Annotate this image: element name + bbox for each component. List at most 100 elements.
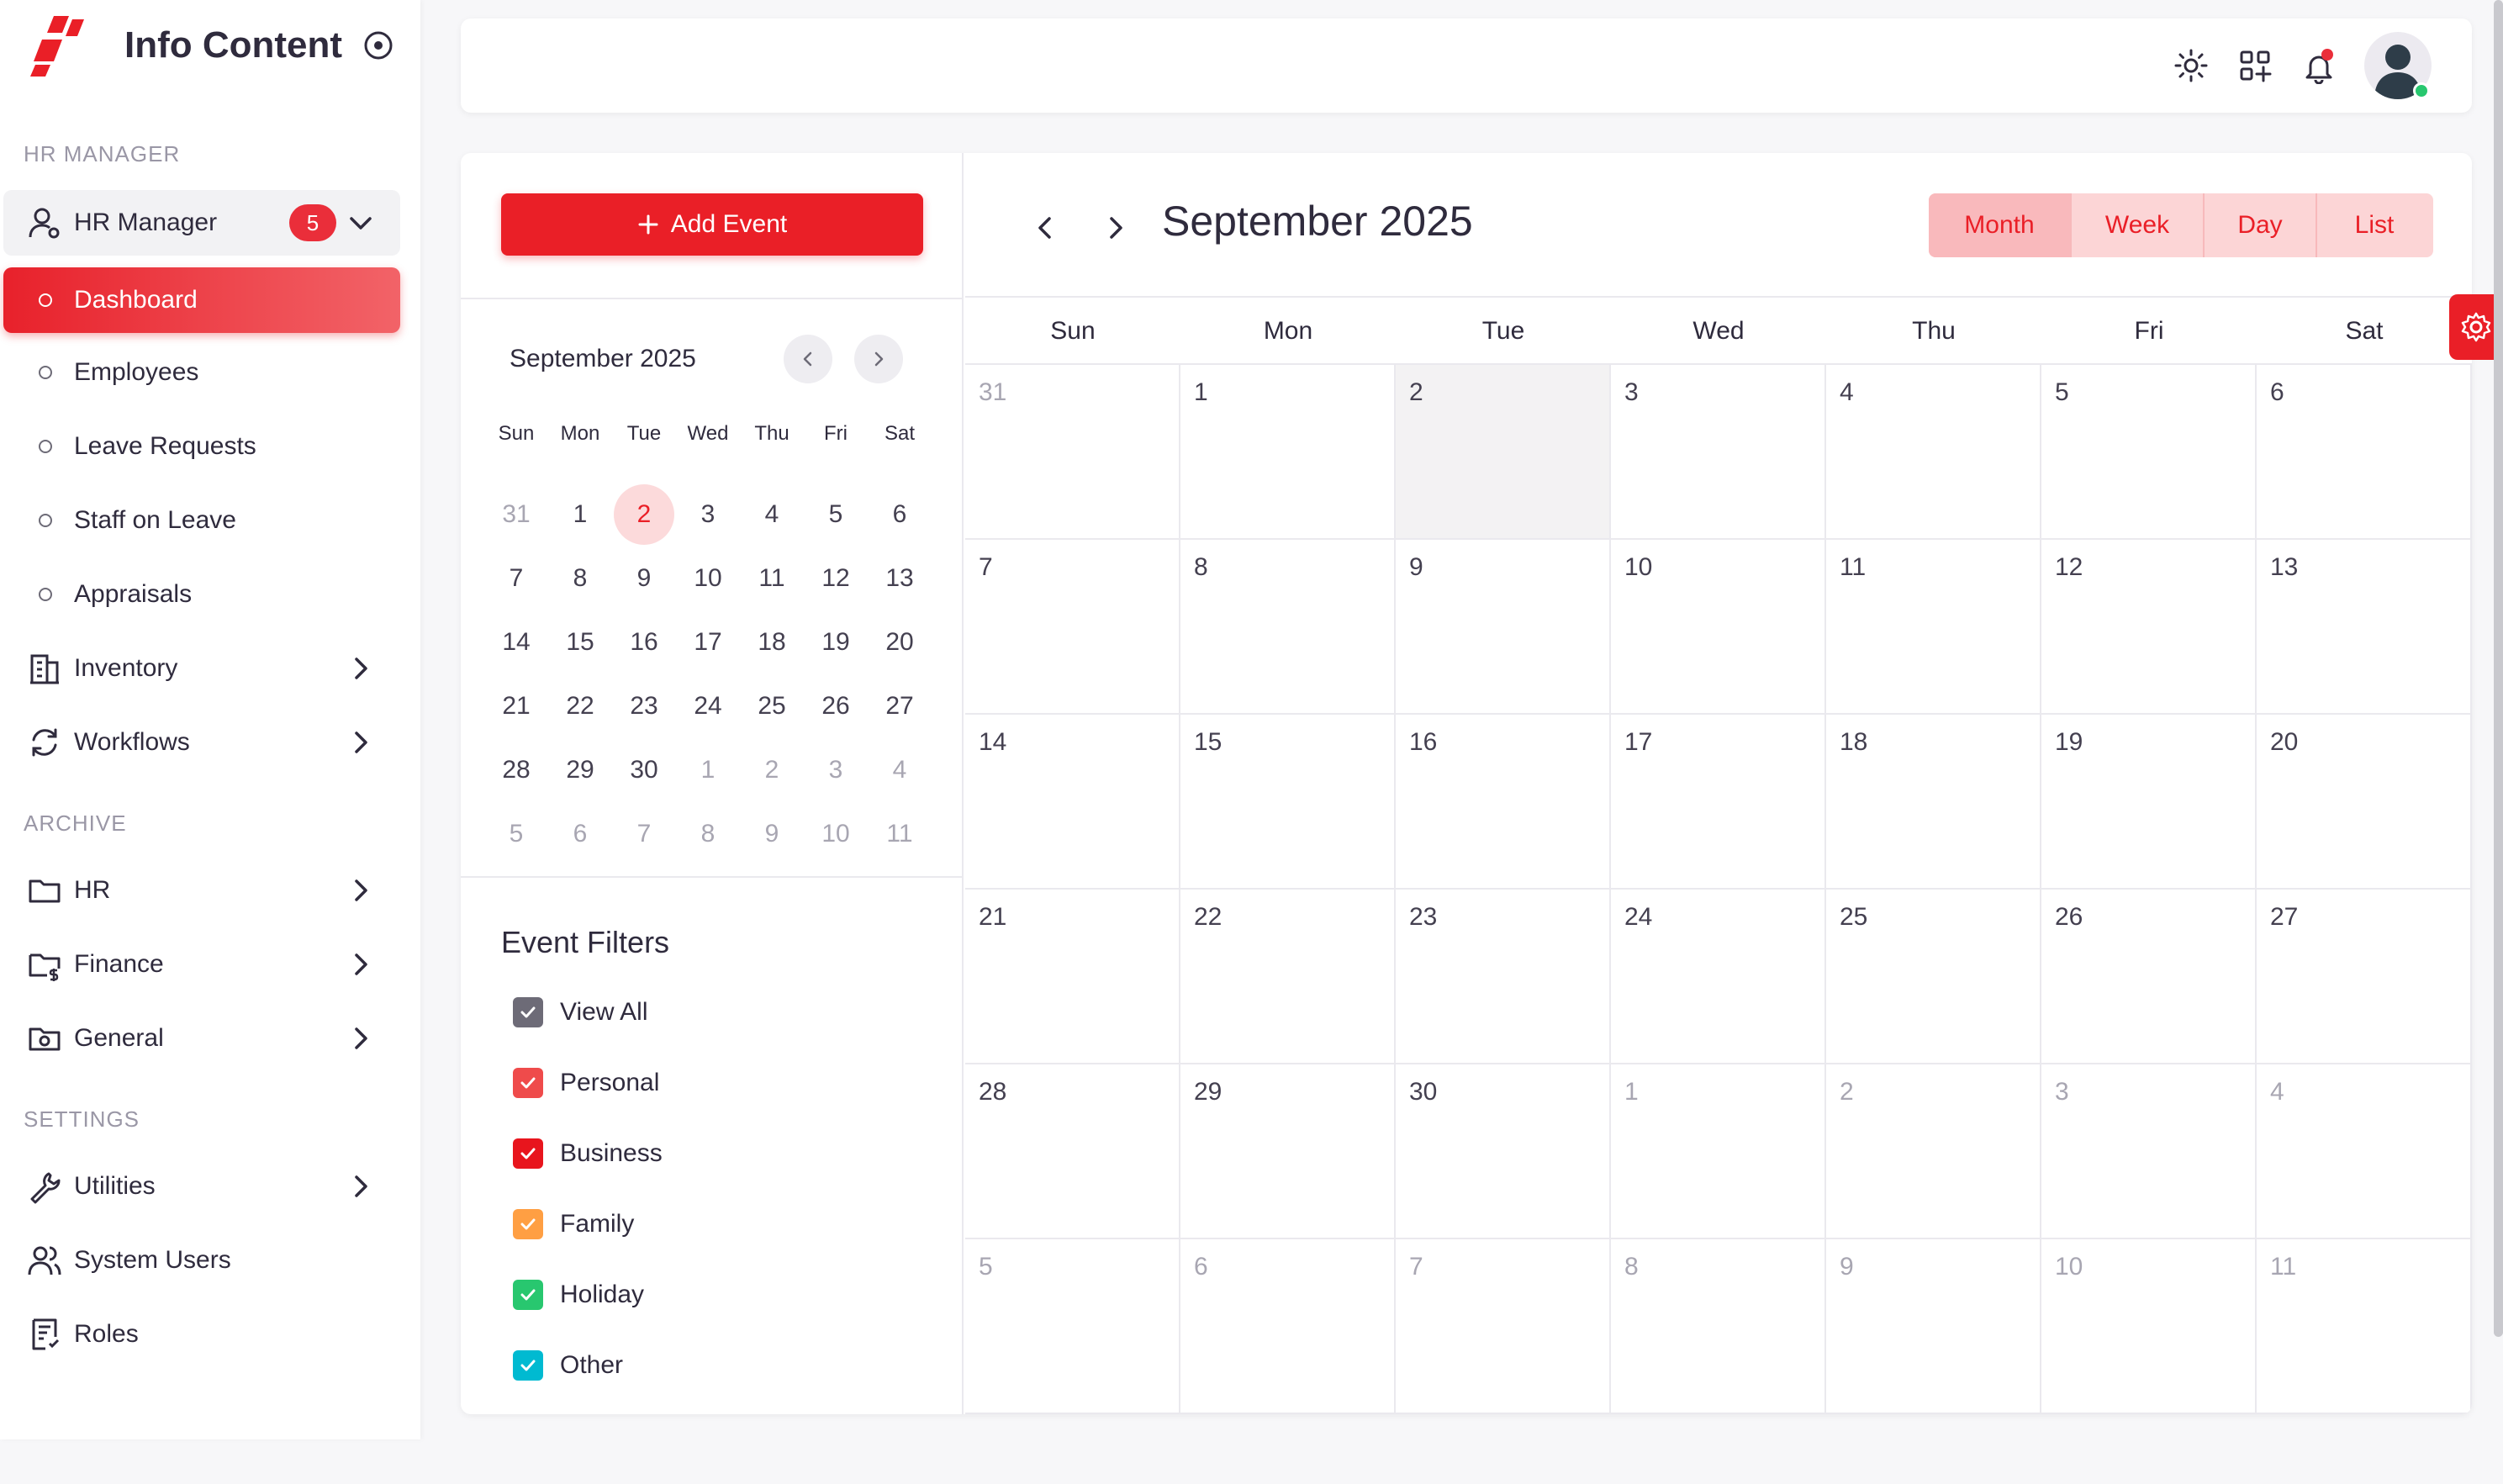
mini-day[interactable]: 25: [742, 676, 802, 737]
day-cell[interactable]: 25: [1826, 890, 2041, 1064]
mini-day[interactable]: 30: [614, 740, 674, 800]
mini-day[interactable]: 29: [550, 740, 610, 800]
mini-day[interactable]: 10: [805, 804, 866, 864]
mini-day[interactable]: 4: [742, 484, 802, 545]
mini-day[interactable]: 27: [869, 676, 930, 737]
mini-day[interactable]: 7: [614, 804, 674, 864]
filter-holiday[interactable]: Holiday: [513, 1276, 644, 1313]
day-cell[interactable]: 17: [1611, 715, 1826, 890]
mini-day[interactable]: 11: [742, 548, 802, 609]
mini-day[interactable]: 31: [486, 484, 547, 545]
day-cell[interactable]: 8: [1611, 1239, 1826, 1414]
view-week-button[interactable]: Week: [2072, 193, 2205, 257]
mini-day[interactable]: 19: [805, 612, 866, 673]
mini-day[interactable]: 16: [614, 612, 674, 673]
day-cell[interactable]: 2: [1396, 365, 1611, 540]
mini-day[interactable]: 3: [805, 740, 866, 800]
day-cell[interactable]: 6: [2257, 365, 2472, 540]
day-cell[interactable]: 3: [1611, 365, 1826, 540]
mini-day[interactable]: 3: [678, 484, 738, 545]
day-cell[interactable]: 1: [1611, 1064, 1826, 1239]
mini-day[interactable]: 6: [869, 484, 930, 545]
mini-day[interactable]: 9: [742, 804, 802, 864]
day-cell[interactable]: 9: [1396, 540, 1611, 715]
day-cell[interactable]: 13: [2257, 540, 2472, 715]
grid-add-icon[interactable]: [2238, 49, 2272, 82]
mini-day[interactable]: 17: [678, 612, 738, 673]
next-month-icon[interactable]: [1100, 212, 1132, 244]
filter-business[interactable]: Business: [513, 1135, 663, 1172]
day-cell[interactable]: 15: [1180, 715, 1396, 890]
day-cell[interactable]: 26: [2041, 890, 2257, 1064]
day-cell[interactable]: 8: [1180, 540, 1396, 715]
view-day-button[interactable]: Day: [2205, 193, 2317, 257]
day-cell[interactable]: 5: [2041, 365, 2257, 540]
view-month-button[interactable]: Month: [1929, 193, 2072, 257]
filter-personal[interactable]: Personal: [513, 1064, 659, 1101]
sidebar-item-staff-on-leave[interactable]: Staff on Leave: [3, 488, 400, 553]
day-cell[interactable]: 28: [965, 1064, 1180, 1239]
checkbox-checked-icon[interactable]: [513, 1350, 543, 1381]
page-scrollbar[interactable]: [2494, 0, 2503, 1337]
day-cell[interactable]: 4: [1826, 365, 2041, 540]
mini-day[interactable]: 10: [678, 548, 738, 609]
mini-day[interactable]: 8: [550, 548, 610, 609]
day-cell[interactable]: 1: [1180, 365, 1396, 540]
mini-day[interactable]: 1: [678, 740, 738, 800]
add-event-button[interactable]: Add Event: [501, 193, 923, 256]
mini-day[interactable]: 2: [614, 484, 674, 545]
checkbox-checked-icon[interactable]: [513, 1209, 543, 1239]
mini-day[interactable]: 28: [486, 740, 547, 800]
day-cell[interactable]: 21: [965, 890, 1180, 1064]
mini-day[interactable]: 7: [486, 548, 547, 609]
mini-day[interactable]: 4: [869, 740, 930, 800]
day-cell[interactable]: 12: [2041, 540, 2257, 715]
day-cell[interactable]: 31: [965, 365, 1180, 540]
sidebar-item-inventory[interactable]: Inventory: [3, 636, 400, 701]
mini-day[interactable]: 24: [678, 676, 738, 737]
day-cell[interactable]: 11: [1826, 540, 2041, 715]
day-cell[interactable]: 20: [2257, 715, 2472, 890]
day-cell[interactable]: 30: [1396, 1064, 1611, 1239]
mini-day[interactable]: 9: [614, 548, 674, 609]
checkbox-checked-icon[interactable]: [513, 1280, 543, 1310]
day-cell[interactable]: 14: [965, 715, 1180, 890]
mini-day[interactable]: 12: [805, 548, 866, 609]
checkbox-checked-icon[interactable]: [513, 1068, 543, 1098]
day-cell[interactable]: 4: [2257, 1064, 2472, 1239]
day-cell[interactable]: 5: [965, 1239, 1180, 1414]
sidebar-item-workflows[interactable]: Workflows: [3, 710, 400, 775]
sidebar-item-roles[interactable]: Roles: [3, 1302, 400, 1367]
filter-family[interactable]: Family: [513, 1206, 634, 1243]
day-cell[interactable]: 9: [1826, 1239, 2041, 1414]
mini-day[interactable]: 8: [678, 804, 738, 864]
day-cell[interactable]: 11: [2257, 1239, 2472, 1414]
sidebar-item-system-users[interactable]: System Users: [3, 1228, 400, 1293]
checkbox-checked-icon[interactable]: [513, 997, 543, 1027]
day-cell[interactable]: 3: [2041, 1064, 2257, 1239]
day-cell[interactable]: 29: [1180, 1064, 1396, 1239]
sun-icon[interactable]: [2174, 49, 2208, 82]
day-cell[interactable]: 24: [1611, 890, 1826, 1064]
filter-view-all[interactable]: View All: [513, 994, 648, 1031]
sidebar-item-general[interactable]: General: [3, 1006, 400, 1071]
sidebar-item-dashboard[interactable]: Dashboard: [3, 267, 400, 333]
sidebar-item-finance[interactable]: Finance: [3, 932, 400, 997]
day-cell[interactable]: 7: [965, 540, 1180, 715]
mini-calendar-prev-button[interactable]: [784, 335, 832, 383]
sidebar-item-hr[interactable]: HR: [3, 858, 400, 923]
day-cell[interactable]: 7: [1396, 1239, 1611, 1414]
sidebar-toggle-icon[interactable]: [362, 29, 394, 61]
day-cell[interactable]: 22: [1180, 890, 1396, 1064]
sidebar-group-hr-manager[interactable]: HR Manager 5: [3, 190, 400, 256]
day-cell[interactable]: 2: [1826, 1064, 2041, 1239]
mini-day[interactable]: 11: [869, 804, 930, 864]
mini-day[interactable]: 20: [869, 612, 930, 673]
prev-month-icon[interactable]: [1029, 212, 1061, 244]
mini-day[interactable]: 15: [550, 612, 610, 673]
mini-day[interactable]: 13: [869, 548, 930, 609]
mini-day[interactable]: 18: [742, 612, 802, 673]
mini-day[interactable]: 22: [550, 676, 610, 737]
sidebar-item-utilities[interactable]: Utilities: [3, 1154, 400, 1219]
day-cell[interactable]: 18: [1826, 715, 2041, 890]
